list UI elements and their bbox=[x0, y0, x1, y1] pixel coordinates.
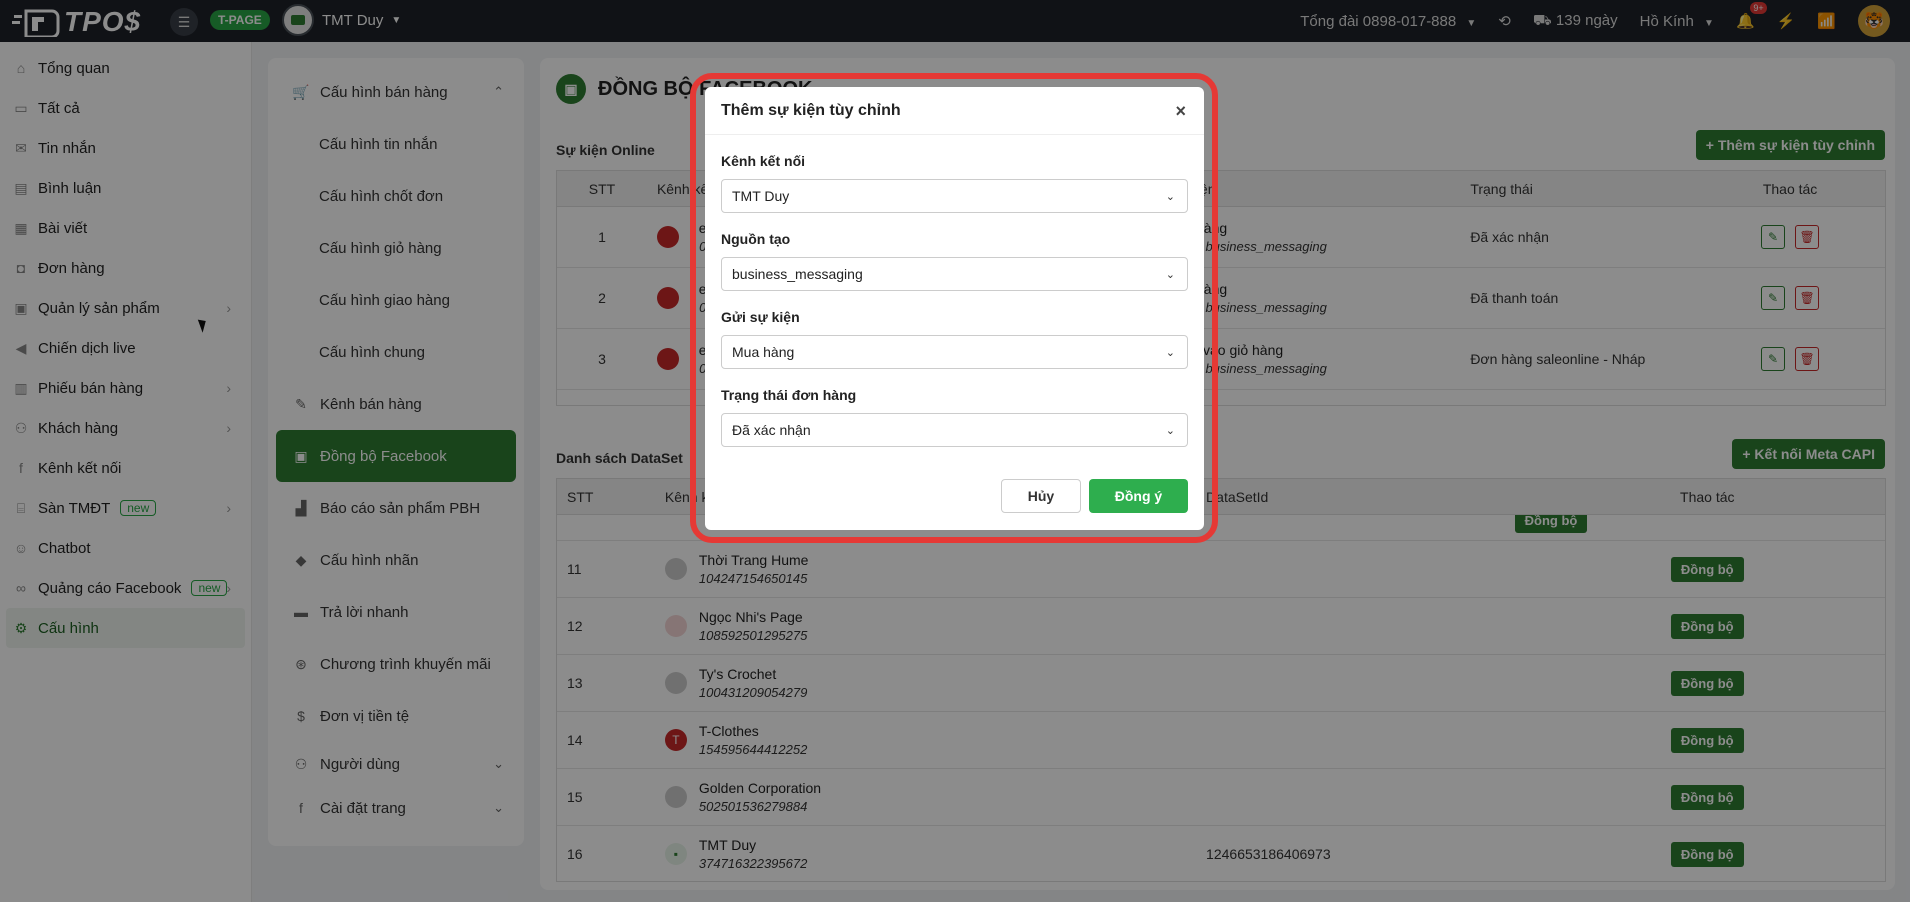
chevron-down-icon: ⌄ bbox=[1165, 268, 1175, 281]
channel-select[interactable]: TMT Duy ⌄ bbox=[721, 179, 1188, 213]
chevron-down-icon: ⌄ bbox=[1165, 190, 1175, 203]
source-select[interactable]: business_messaging ⌄ bbox=[721, 257, 1188, 291]
confirm-button[interactable]: Đồng ý bbox=[1089, 479, 1188, 513]
add-custom-event-dialog: Thêm sự kiện tùy chỉnh × Kênh kết nối TM… bbox=[705, 87, 1204, 530]
cancel-button[interactable]: Hủy bbox=[1001, 479, 1081, 513]
order-status-field-label: Trạng thái đơn hàng bbox=[721, 387, 857, 403]
dialog-header: Thêm sự kiện tùy chỉnh × bbox=[705, 87, 1204, 135]
select-value: Mua hàng bbox=[732, 344, 795, 360]
close-icon[interactable]: × bbox=[1175, 101, 1186, 122]
select-value: Đã xác nhận bbox=[732, 422, 811, 438]
dialog-title: Thêm sự kiện tùy chỉnh bbox=[721, 101, 901, 119]
select-value: TMT Duy bbox=[732, 188, 790, 204]
channel-field-label: Kênh kết nối bbox=[721, 153, 806, 169]
chevron-down-icon: ⌄ bbox=[1165, 346, 1175, 359]
event-field-label: Gửi sự kiện bbox=[721, 309, 800, 325]
chevron-down-icon: ⌄ bbox=[1165, 424, 1175, 437]
order-status-select[interactable]: Đã xác nhận ⌄ bbox=[721, 413, 1188, 447]
select-value: business_messaging bbox=[732, 266, 863, 282]
event-select[interactable]: Mua hàng ⌄ bbox=[721, 335, 1188, 369]
source-field-label: Nguồn tạo bbox=[721, 231, 791, 247]
